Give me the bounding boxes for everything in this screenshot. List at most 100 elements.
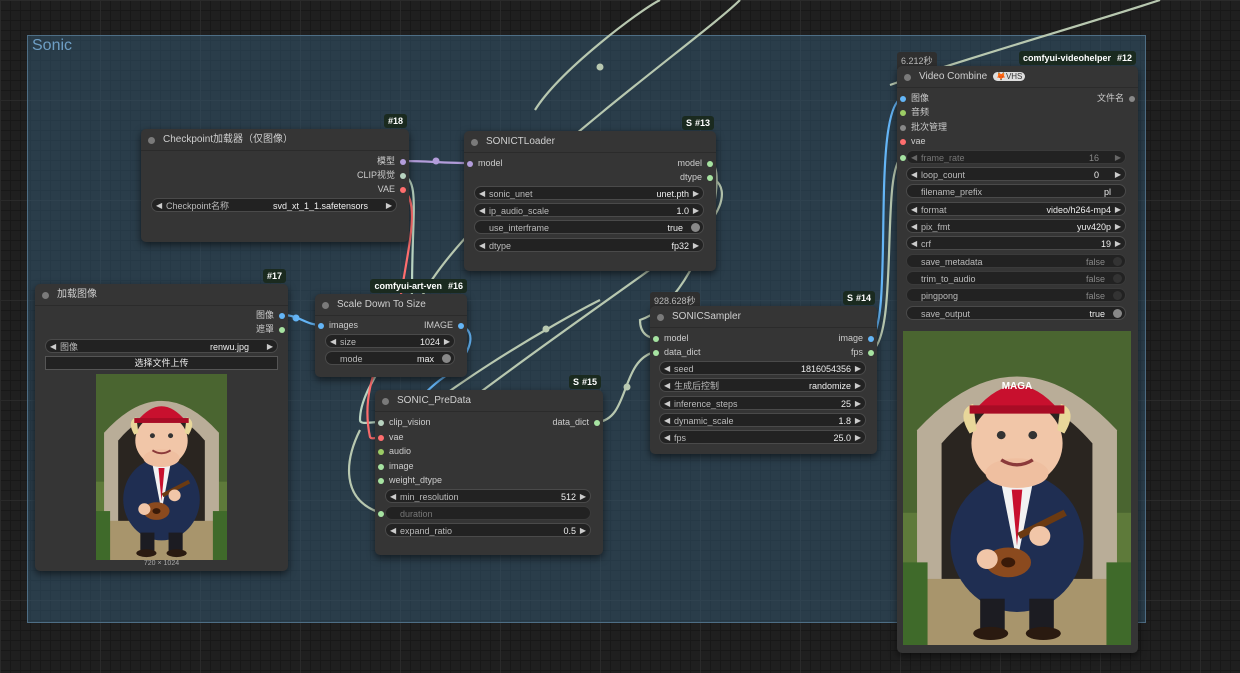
slot-dot[interactable] (279, 313, 285, 319)
output-mask[interactable]: 遮罩 (256, 323, 285, 336)
node-title[interactable]: Video Combine 🦊VHS (897, 66, 1138, 88)
slot-dot[interactable] (707, 175, 713, 181)
seed-widget[interactable]: seed 1816054356 (659, 361, 866, 375)
toggle-knob (1113, 309, 1122, 318)
loop-count-widget[interactable]: loop_count 0 (906, 167, 1126, 181)
node-title[interactable]: SONICTLoader (464, 131, 716, 153)
node-title[interactable]: Scale Down To Size (315, 294, 467, 316)
dtype-widget[interactable]: dtype fp32 (474, 238, 704, 252)
slot-dot[interactable] (900, 110, 906, 116)
output-fps[interactable]: fps (851, 346, 874, 359)
format-widget[interactable]: format video/h264-mp4 (906, 202, 1126, 216)
inference-steps-widget[interactable]: inference_steps 25 (659, 396, 866, 410)
image-select-widget[interactable]: 图像 renwu.jpg (45, 339, 278, 353)
slot-dot[interactable] (653, 350, 659, 356)
input-vae[interactable]: vae (378, 431, 404, 444)
node-sonic-predata[interactable]: S #15 SONIC_PreData clip_vision data_dict… (375, 375, 603, 555)
slot-dot[interactable] (400, 173, 406, 179)
ckpt-name-widget[interactable]: Checkpoint名称 svd_xt_1_1.safetensors (151, 198, 397, 212)
slot-dot[interactable] (868, 350, 874, 356)
output-clip-vision[interactable]: CLIP视觉 (357, 169, 406, 182)
input-weight-dtype[interactable]: weight_dtype (378, 474, 442, 487)
upload-button[interactable]: 选择文件上传 (45, 356, 278, 370)
duration-widget[interactable]: duration (385, 506, 591, 520)
slot-dot[interactable] (900, 139, 906, 145)
input-clip-vision[interactable]: clip_vision (378, 416, 431, 429)
input-vae[interactable]: vae (900, 135, 926, 148)
trim-to-audio-toggle[interactable]: trim_to_audio false (906, 271, 1126, 285)
slot-dot[interactable] (400, 159, 406, 165)
slot-dot[interactable] (1129, 96, 1135, 102)
output-vae[interactable]: VAE (378, 183, 406, 196)
slot-dot[interactable] (707, 161, 713, 167)
expand-ratio-widget[interactable]: expand_ratio 0.5 (385, 523, 591, 537)
slot-dot[interactable] (378, 511, 384, 517)
node-video-combine[interactable]: comfyui-videohelper #12 Video Combine 🦊VH… (897, 51, 1138, 653)
slot-dot[interactable] (378, 449, 384, 455)
use-interframe-toggle[interactable]: use_interframe true (474, 220, 704, 234)
slot-dot[interactable] (868, 336, 874, 342)
mode-toggle[interactable]: mode max (325, 351, 455, 365)
input-audio[interactable]: 音频 (900, 106, 929, 119)
input-audio[interactable]: audio (378, 445, 411, 458)
pix-fmt-widget[interactable]: pix_fmt yuv420p (906, 219, 1126, 233)
output-filenames[interactable]: 文件名 (1097, 92, 1135, 105)
slot-dot[interactable] (378, 435, 384, 441)
slot-dot[interactable] (594, 420, 600, 426)
slot-label: images (329, 320, 359, 330)
input-model[interactable]: model (653, 332, 689, 345)
frame-rate-widget[interactable]: frame_rate 16 (906, 150, 1126, 164)
ip-audio-scale-widget[interactable]: ip_audio_scale 1.0 (474, 203, 704, 217)
control-after-generate-widget[interactable]: 生成后控制 randomize (659, 378, 866, 392)
node-scale-down[interactable]: comfyui-art-ven #16 Scale Down To Size im… (315, 279, 467, 377)
input-images[interactable]: images (318, 319, 358, 332)
output-model[interactable]: 模型 (377, 155, 406, 168)
node-sonic-sampler[interactable]: S #14 SONICSampler model image data_dict … (650, 291, 877, 454)
input-data-dict[interactable]: data_dict (653, 346, 701, 359)
node-title[interactable]: 加载图像 (35, 284, 288, 306)
output-dtype[interactable]: dtype (680, 171, 713, 184)
slot-dot[interactable] (467, 161, 473, 167)
output-image[interactable]: image (838, 332, 874, 345)
video-preview[interactable]: MAGA (903, 331, 1131, 645)
output-data-dict[interactable]: data_dict (552, 416, 600, 429)
dynamic-scale-widget[interactable]: dynamic_scale 1.8 (659, 413, 866, 427)
save-output-toggle[interactable]: save_output true (906, 306, 1126, 320)
min-resolution-widget[interactable]: min_resolution 512 (385, 489, 591, 503)
slot-dot[interactable] (400, 187, 406, 193)
crf-widget[interactable]: crf 19 (906, 236, 1126, 250)
slot-dot[interactable] (900, 96, 906, 102)
slot-dot[interactable] (458, 323, 464, 329)
node-checkpoint-loader[interactable]: #18 Checkpoint加载器（仅图像） 模型 CLIP视觉 VAE Che… (141, 114, 409, 242)
size-widget[interactable]: size 1024 (325, 334, 455, 348)
input-images[interactable]: 图像 (900, 92, 929, 105)
output-model[interactable]: model (677, 157, 713, 170)
widget-value: max (416, 354, 434, 364)
input-batch-manager[interactable]: 批次管理 (900, 121, 947, 134)
node-title[interactable]: SONICSampler (650, 306, 877, 328)
node-title[interactable]: Checkpoint加载器（仅图像） (141, 129, 409, 151)
slot-dot[interactable] (900, 125, 906, 131)
slot-dot[interactable] (378, 420, 384, 426)
slot-dot[interactable] (318, 323, 324, 329)
node-sonic-tloader[interactable]: S#13 SONICTLoader model model dtype soni… (464, 116, 716, 271)
pingpong-toggle[interactable]: pingpong false (906, 288, 1126, 302)
output-image[interactable]: IMAGE (424, 319, 464, 332)
input-duration[interactable] (378, 507, 389, 520)
node-title[interactable]: SONIC_PreData (375, 390, 603, 412)
node-load-image[interactable]: #17 加载图像 图像 遮罩 图像 renwu.jpg 选择文件上传 720 × … (35, 269, 288, 571)
input-model[interactable]: model (467, 157, 503, 170)
slot-dot[interactable] (653, 336, 659, 342)
input-image[interactable]: image (378, 460, 414, 473)
filename-prefix-widget[interactable]: filename_prefix pl (906, 184, 1126, 198)
slot-dot[interactable] (279, 327, 285, 333)
group-title[interactable]: Sonic (32, 37, 72, 55)
slot-dot[interactable] (378, 478, 384, 484)
slot-dot[interactable] (378, 464, 384, 470)
save-metadata-toggle[interactable]: save_metadata false (906, 254, 1126, 268)
widget-value: 25.0 (833, 433, 851, 443)
output-image[interactable]: 图像 (256, 309, 285, 322)
badge-prefix: S (846, 293, 853, 303)
fps-widget[interactable]: fps 25.0 (659, 430, 866, 444)
sonic-unet-widget[interactable]: sonic_unet unet.pth (474, 186, 704, 200)
